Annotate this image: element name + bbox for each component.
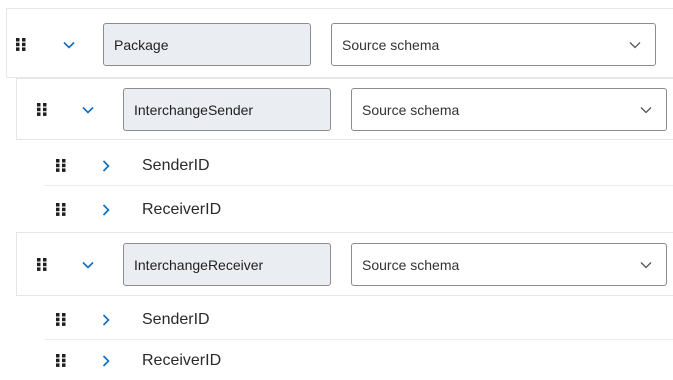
tree-leaf-row[interactable]: ReceiverID	[44, 342, 673, 380]
dropdown-caret-icon	[640, 106, 652, 114]
tree-leaf-label: ReceiverID	[142, 201, 222, 218]
group-schema-value: Source schema	[362, 256, 460, 273]
chevron-right-icon[interactable]	[99, 159, 113, 173]
chevron-right-icon[interactable]	[99, 313, 113, 327]
group-name-field[interactable]: InterchangeSender	[123, 88, 331, 131]
drag-handle-icon[interactable]	[56, 203, 68, 217]
tree-leaf-row[interactable]: SenderID	[44, 146, 673, 186]
root-schema-value: Source schema	[342, 36, 440, 53]
group-schema-value: Source schema	[362, 101, 460, 118]
root-node: Package Source schema	[6, 8, 673, 78]
group-name-field[interactable]: InterchangeReceiver	[123, 243, 331, 286]
root-schema-select[interactable]: Source schema	[331, 23, 656, 66]
root-name-field[interactable]: Package	[103, 23, 311, 66]
tree-leaf-label: SenderID	[142, 157, 210, 174]
group-node-interchange-receiver: InterchangeReceiver Source schema	[16, 232, 673, 296]
drag-handle-icon[interactable]	[56, 354, 68, 368]
group-name-value: InterchangeReceiver	[134, 256, 264, 273]
group-schema-select[interactable]: Source schema	[351, 243, 667, 286]
root-name-value: Package	[114, 36, 169, 53]
schema-tree: Package Source schema InterchangeSender …	[0, 0, 673, 380]
drag-handle-icon[interactable]	[16, 38, 28, 52]
dropdown-caret-icon	[640, 261, 652, 269]
tree-leaf-row[interactable]: SenderID	[44, 300, 673, 340]
chevron-down-icon[interactable]	[81, 103, 95, 117]
dropdown-caret-icon	[629, 41, 641, 49]
chevron-right-icon[interactable]	[99, 203, 113, 217]
drag-handle-icon[interactable]	[37, 103, 49, 117]
tree-leaf-row[interactable]: ReceiverID	[44, 190, 673, 230]
chevron-right-icon[interactable]	[99, 354, 113, 368]
tree-leaf-label: ReceiverID	[142, 352, 222, 369]
group-schema-select[interactable]: Source schema	[351, 88, 667, 131]
root-row: Package Source schema	[7, 23, 673, 66]
drag-handle-icon[interactable]	[56, 159, 68, 173]
drag-handle-icon[interactable]	[56, 313, 68, 327]
tree-leaf-label: SenderID	[142, 311, 210, 328]
group-children: SenderID ReceiverID	[44, 146, 673, 230]
group-name-value: InterchangeSender	[134, 101, 254, 118]
group-children: SenderID ReceiverID	[44, 300, 673, 380]
group-row: InterchangeSender Source schema	[17, 88, 673, 131]
chevron-down-icon[interactable]	[81, 258, 95, 272]
chevron-down-icon[interactable]	[62, 38, 76, 52]
drag-handle-icon[interactable]	[37, 258, 49, 272]
group-node-interchange-sender: InterchangeSender Source schema	[16, 78, 673, 140]
group-row: InterchangeReceiver Source schema	[17, 243, 673, 286]
